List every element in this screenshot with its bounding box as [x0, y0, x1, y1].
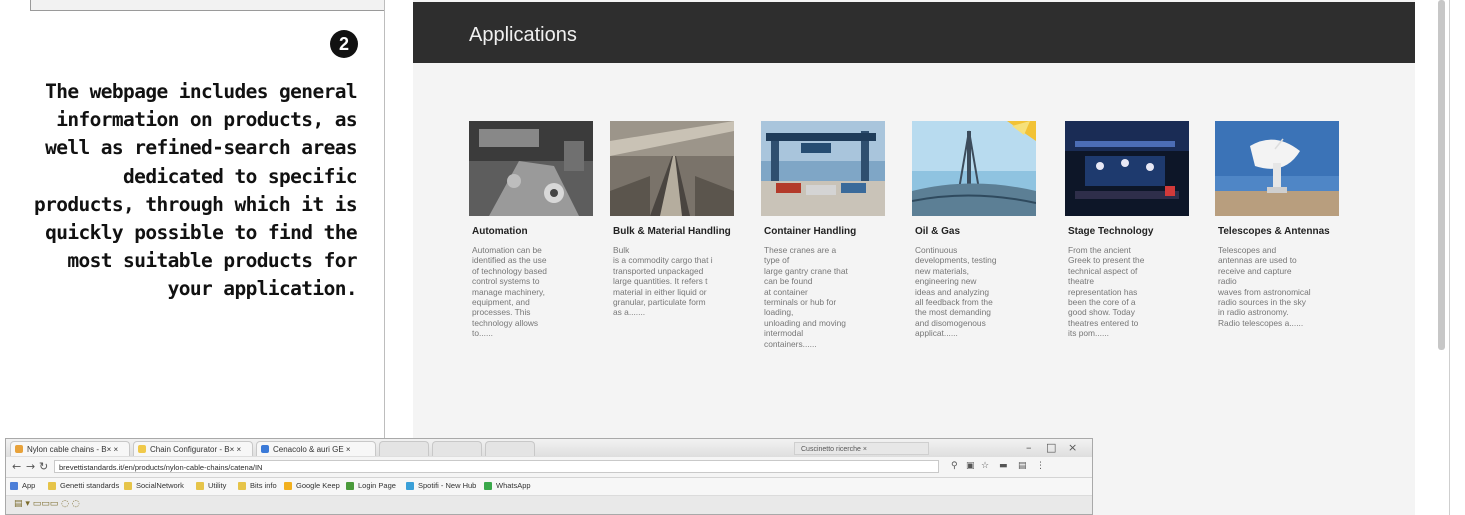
- step-number-badge: 2: [330, 30, 358, 58]
- bookmark-item[interactable]: Bits info: [238, 481, 277, 490]
- caption-text: The webpage includes general information…: [20, 78, 357, 304]
- bookmark-item[interactable]: Login Page: [346, 481, 396, 490]
- bookmark-item[interactable]: WhatsApp: [484, 481, 531, 490]
- profile-icon[interactable]: ▤: [1018, 461, 1027, 471]
- apps-icon: [10, 482, 18, 490]
- application-card-container-handling[interactable]: Container Handling These cranes are a ty…: [761, 121, 889, 349]
- minimize-icon[interactable]: –: [1026, 441, 1032, 454]
- reload-icon[interactable]: ↻: [39, 460, 48, 473]
- folder-icon: [196, 482, 204, 490]
- spotify-icon: [406, 482, 414, 490]
- browser-tab[interactable]: Cenacolo & auri GE ×: [256, 441, 376, 456]
- maximize-icon[interactable]: □: [1046, 441, 1056, 454]
- automation-photo[interactable]: [469, 121, 593, 216]
- browser-content-strip: ▤ ▾ ▭▭▭ ◌ ◌: [6, 496, 1092, 515]
- application-card-automation[interactable]: Automation Automation can be identified …: [469, 121, 597, 339]
- card-title[interactable]: Bulk & Material Handling: [610, 226, 738, 237]
- page-scrollbar[interactable]: [1438, 0, 1445, 350]
- card-description: Continuous developments, testing new mat…: [912, 245, 1040, 339]
- bookmark-item[interactable]: Google Keep: [284, 481, 340, 490]
- bookmark-item[interactable]: Genetti standards: [48, 481, 119, 490]
- whatsapp-icon: [484, 482, 492, 490]
- browser-tab[interactable]: Chain Configurator - B× ×: [133, 441, 253, 456]
- bookmark-app[interactable]: App: [10, 481, 35, 490]
- card-description: From the ancient Greek to present the te…: [1065, 245, 1193, 339]
- application-card-stage-technology[interactable]: Stage Technology From the ancient Greek …: [1065, 121, 1193, 339]
- extension-icon[interactable]: ▬: [999, 461, 1008, 471]
- browser-tab[interactable]: [485, 441, 535, 456]
- tab-label: Nylon cable chains - B× ×: [27, 445, 118, 454]
- tab-label: Chain Configurator - B× ×: [150, 445, 241, 454]
- section-title: Applications: [469, 24, 577, 47]
- application-card-telescopes-antennas[interactable]: Telescopes & Antennas Telescopes and ant…: [1215, 121, 1343, 328]
- oil-rig-photo[interactable]: [912, 121, 1036, 216]
- back-icon[interactable]: ←: [12, 460, 21, 473]
- close-icon[interactable]: ×: [1068, 441, 1077, 454]
- tab-favicon-icon: [138, 445, 146, 453]
- browser-tabstrip: Nylon cable chains - B× × Chain Configur…: [6, 439, 1092, 458]
- translate-icon[interactable]: ▣: [966, 461, 975, 471]
- card-title[interactable]: Automation: [469, 226, 597, 237]
- keep-icon: [284, 482, 292, 490]
- application-card-bulk-material-handling[interactable]: Bulk & Material Handling Bulk is a commo…: [610, 121, 738, 318]
- zoom-icon[interactable]: ⚲: [951, 461, 958, 471]
- browser-window: Nylon cable chains - B× × Chain Configur…: [5, 438, 1093, 515]
- bookmark-item[interactable]: Utility: [196, 481, 226, 490]
- bookmarks-bar: App Genetti standards SocialNetwork Util…: [6, 478, 1092, 496]
- url-input[interactable]: brevettistandards.it/en/products/nylon-c…: [54, 460, 939, 473]
- card-title[interactable]: Stage Technology: [1065, 226, 1193, 237]
- card-title[interactable]: Oil & Gas: [912, 226, 1040, 237]
- folder-icon: [238, 482, 246, 490]
- application-card-oil-gas[interactable]: Oil & Gas Continuous developments, testi…: [912, 121, 1040, 339]
- card-description: Telescopes and antennas are used to rece…: [1215, 245, 1343, 328]
- menu-icon[interactable]: ⋮: [1036, 461, 1045, 471]
- star-icon[interactable]: ☆: [981, 461, 989, 471]
- browser-tab[interactable]: Nylon cable chains - B× ×: [10, 441, 130, 456]
- applications-header: Applications: [413, 2, 1415, 63]
- card-description: These cranes are a type of large gantry …: [761, 245, 889, 349]
- tab-favicon-icon: [15, 445, 23, 453]
- stage-photo[interactable]: [1065, 121, 1189, 216]
- conveyor-photo[interactable]: [610, 121, 734, 216]
- card-description: Bulk is a commodity cargo that i transpo…: [610, 245, 738, 318]
- bookmark-item[interactable]: Spotifi - New Hub: [406, 481, 476, 490]
- tab-search-box[interactable]: Cuscinetto ricerche ×: [794, 442, 929, 455]
- address-bar: ← → ↻ brevettistandards.it/en/products/n…: [6, 457, 1092, 478]
- container-crane-photo[interactable]: [761, 121, 885, 216]
- forward-icon[interactable]: →: [26, 460, 35, 473]
- folder-icon: [124, 482, 132, 490]
- card-title[interactable]: Telescopes & Antennas: [1215, 226, 1343, 237]
- tab-favicon-icon: [261, 445, 269, 453]
- radio-telescope-photo[interactable]: [1215, 121, 1339, 216]
- bookmark-item[interactable]: SocialNetwork: [124, 481, 184, 490]
- tab-label: Cenacolo & auri GE ×: [273, 445, 351, 454]
- previous-screenshot-edge: [30, 0, 386, 11]
- login-icon: [346, 482, 354, 490]
- card-description: Automation can be identified as the use …: [469, 245, 597, 339]
- card-title[interactable]: Container Handling: [761, 226, 889, 237]
- new-tab-button[interactable]: [379, 441, 429, 456]
- browser-tab[interactable]: [432, 441, 482, 456]
- folder-icon: [48, 482, 56, 490]
- page-toolbar-icons: ▤ ▾ ▭▭▭ ◌ ◌: [14, 499, 80, 509]
